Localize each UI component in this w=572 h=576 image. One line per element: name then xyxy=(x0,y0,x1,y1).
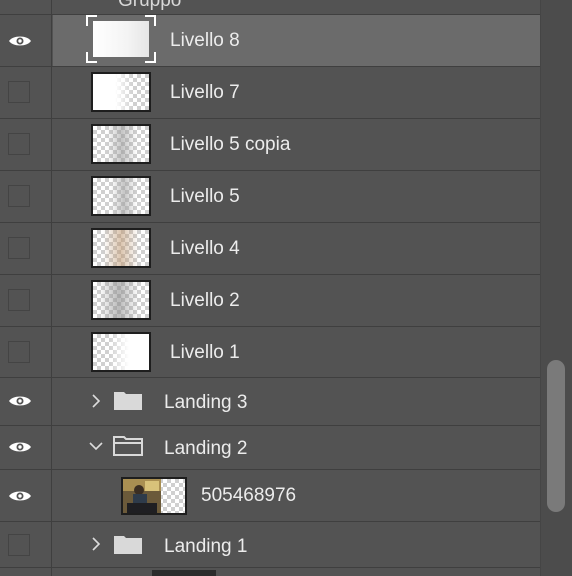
layer-content[interactable]: Livello 5 xyxy=(53,171,540,222)
eye-icon xyxy=(9,396,31,406)
visibility-toggle[interactable] xyxy=(0,426,52,469)
eye-icon xyxy=(9,36,31,46)
visibility-toggle[interactable] xyxy=(0,522,52,567)
layers-panel: Gruppo Livello 8 Livello 7 Livello 5 cop… xyxy=(0,0,540,576)
visibility-toggle[interactable] xyxy=(0,223,52,274)
open-folder-icon xyxy=(113,436,143,456)
layer-thumbnail xyxy=(91,332,151,372)
layer-content[interactable]: Livello 7 xyxy=(53,67,540,118)
empty-visibility-box xyxy=(8,133,30,155)
group-name: Landing 1 xyxy=(164,536,248,557)
layer-row-livello-4[interactable]: Livello 4 xyxy=(0,223,540,275)
layer-row-505468976[interactable]: 505468976 xyxy=(0,470,540,522)
group-row-landing-1[interactable]: Landing 1 xyxy=(0,522,540,568)
empty-visibility-box xyxy=(8,341,30,363)
visibility-toggle[interactable] xyxy=(0,67,52,118)
group-row-landing-2[interactable]: Landing 2 xyxy=(0,426,540,470)
layer-name: Livello 2 xyxy=(170,290,240,311)
group-content[interactable]: Landing 3 xyxy=(53,378,540,425)
eye-icon xyxy=(9,442,31,452)
group-name: Landing 3 xyxy=(164,392,248,413)
scrollbar-thumb[interactable] xyxy=(547,360,565,512)
group-content[interactable]: Landing 1 xyxy=(53,522,540,567)
layer-thumbnail xyxy=(91,124,151,164)
folder-icon xyxy=(114,392,142,410)
group-row-landing-3[interactable]: Landing 3 xyxy=(0,378,540,426)
layer-content[interactable]: Livello 8 xyxy=(53,15,540,66)
layer-thumbnail xyxy=(91,19,151,59)
group-content[interactable]: Landing 2 xyxy=(53,426,540,469)
layer-row-livello-5-copia[interactable]: Livello 5 copia xyxy=(0,119,540,171)
visibility-toggle[interactable] xyxy=(0,378,52,425)
layer-name: 505468976 xyxy=(201,485,297,506)
partial-group-label: Gruppo xyxy=(118,0,182,11)
layer-row-livello-7[interactable]: Livello 7 xyxy=(0,67,540,119)
photo-image xyxy=(123,479,161,513)
layer-content[interactable]: Livello 4 xyxy=(53,223,540,274)
layer-name: Livello 7 xyxy=(170,82,240,103)
visibility-toggle[interactable] xyxy=(0,275,52,326)
partial-group-row[interactable]: Gruppo xyxy=(0,0,540,15)
empty-visibility-box xyxy=(8,185,30,207)
layer-row-livello-8[interactable]: Livello 8 xyxy=(0,15,540,67)
selection-corner xyxy=(145,52,156,63)
layer-name: Livello 4 xyxy=(170,238,240,259)
layer-thumbnail xyxy=(91,280,151,320)
layer-content[interactable]: 505468976 xyxy=(53,470,540,521)
empty-visibility-box xyxy=(8,534,30,556)
chevron-down-icon[interactable] xyxy=(87,437,105,455)
layer-content[interactable]: Livello 2 xyxy=(53,275,540,326)
visibility-column[interactable] xyxy=(0,568,52,576)
visibility-toggle[interactable] xyxy=(0,470,52,521)
layer-name: Livello 8 xyxy=(170,30,240,51)
selection-corner xyxy=(86,15,97,26)
group-name: Landing 2 xyxy=(164,438,248,459)
visibility-toggle[interactable] xyxy=(0,15,52,66)
partial-thumbnail xyxy=(152,570,216,576)
chevron-right-icon[interactable] xyxy=(87,392,105,410)
photo-thumbnail xyxy=(121,477,187,515)
chevron-right-icon[interactable] xyxy=(87,535,105,553)
eye-icon xyxy=(9,491,31,501)
selection-corner xyxy=(145,15,156,26)
partial-bottom-row xyxy=(0,568,540,576)
layer-content[interactable]: Livello 5 copia xyxy=(53,119,540,170)
layer-thumbnail xyxy=(91,176,151,216)
layer-thumbnail xyxy=(91,228,151,268)
empty-visibility-box xyxy=(8,289,30,311)
layer-row-livello-1[interactable]: Livello 1 xyxy=(0,327,540,378)
layer-row-livello-5[interactable]: Livello 5 xyxy=(0,171,540,223)
folder-icon xyxy=(114,536,142,554)
visibility-toggle[interactable] xyxy=(0,119,52,170)
layer-name: Livello 5 xyxy=(170,186,240,207)
selection-corner xyxy=(86,52,97,63)
layer-content[interactable]: Livello 1 xyxy=(53,327,540,377)
layer-name: Livello 1 xyxy=(170,342,240,363)
empty-visibility-box xyxy=(8,81,30,103)
layer-name: Livello 5 copia xyxy=(170,134,291,155)
layer-row-livello-2[interactable]: Livello 2 xyxy=(0,275,540,327)
empty-visibility-box xyxy=(8,237,30,259)
vertical-scrollbar[interactable] xyxy=(540,0,572,576)
visibility-toggle[interactable] xyxy=(0,327,52,377)
layer-thumbnail xyxy=(91,72,151,112)
visibility-column[interactable] xyxy=(0,0,52,14)
visibility-toggle[interactable] xyxy=(0,171,52,222)
